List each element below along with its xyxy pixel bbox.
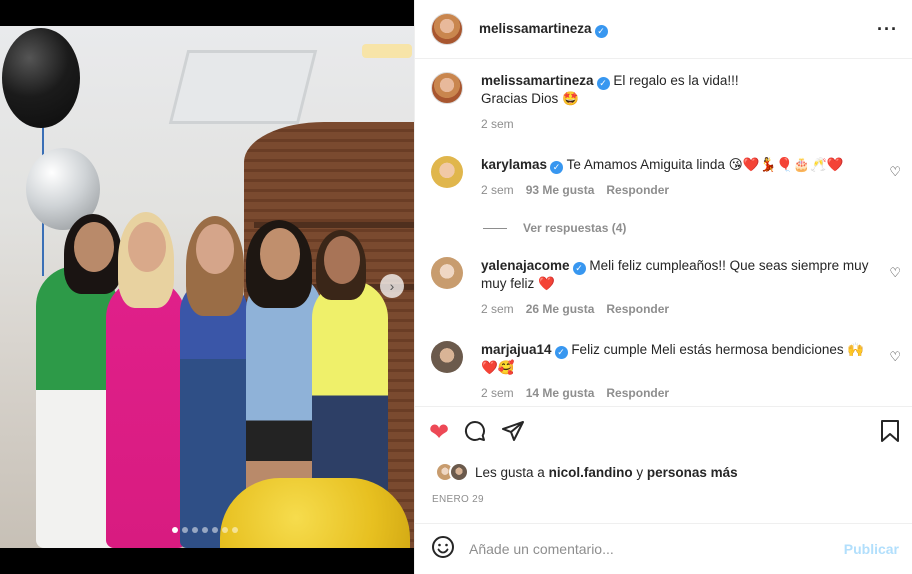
person-2	[106, 278, 186, 548]
likes-user[interactable]: nicol.fandino	[549, 465, 633, 480]
emoji-icon[interactable]	[431, 535, 455, 564]
avatar[interactable]	[431, 341, 463, 373]
comment-likes[interactable]: 26 Me gusta	[526, 302, 595, 316]
chevron-right-icon[interactable]: ›	[380, 274, 404, 298]
comment-input[interactable]	[469, 541, 809, 557]
carousel-dot	[172, 527, 178, 533]
likes-joiner: y	[636, 464, 644, 480]
heart-outline-icon[interactable]: ♡	[889, 265, 901, 281]
comment-body: karylamas ✓ Te Amamos Amiguita linda 😘❤️💃…	[481, 156, 881, 197]
post-side-panel: melissamartineza ✓ ··· melissamartineza ✓ …	[414, 0, 912, 574]
comment-username[interactable]: yalenajacome	[481, 258, 570, 273]
view-replies-label: Ver respuestas (4)	[523, 221, 627, 235]
verified-badge-icon: ✓	[594, 24, 608, 38]
caption: melissamartineza ✓ El regalo es la vida!!…	[431, 72, 901, 131]
bookmark-icon[interactable]	[879, 419, 901, 448]
post-media[interactable]: ›	[0, 0, 414, 574]
ceiling-light	[362, 44, 412, 58]
heart-outline-icon[interactable]: ♡	[889, 349, 901, 365]
comment-meta: 2 sem 93 Me gusta Responder	[481, 183, 881, 197]
comment-text-wrap: yalenajacome ✓ Meli feliz cumpleaños!! Qu…	[481, 257, 881, 293]
comment-meta: 2 sem 26 Me gusta Responder	[481, 302, 881, 316]
comment-time[interactable]: 2 sem	[481, 302, 514, 316]
replies-divider	[483, 227, 507, 229]
carousel-dot	[212, 527, 218, 533]
caption-line-2: Gracias Dios 🤩	[481, 91, 579, 106]
avatar[interactable]	[431, 72, 463, 104]
comment-text: Te Amamos Amiguita linda 😘❤️💃🎈🎂🥂❤️	[566, 157, 844, 172]
comment-body: yalenajacome ✓ Meli feliz cumpleaños!! Qu…	[481, 257, 881, 316]
comment-item: yalenajacome ✓ Meli feliz cumpleaños!! Qu…	[431, 257, 901, 316]
likes-others[interactable]: personas más	[647, 465, 738, 480]
post-comment-button[interactable]: Publicar	[844, 541, 899, 557]
comments-list: melissamartineza ✓ El regalo es la vida!!…	[415, 60, 912, 407]
comment-time[interactable]: 2 sem	[481, 183, 514, 197]
comment-body: marjajua14 ✓ Feliz cumple Meli estás herm…	[481, 341, 881, 400]
avatar[interactable]	[431, 156, 463, 188]
person-1-face	[74, 222, 114, 272]
comment-likes[interactable]: 14 Me gusta	[526, 386, 595, 400]
liker-avatars	[435, 462, 469, 482]
comment-item: marjajua14 ✓ Feliz cumple Meli estás herm…	[431, 341, 901, 400]
carousel-dot	[222, 527, 228, 533]
comment-likes[interactable]: 93 Me gusta	[526, 183, 595, 197]
post-header: melissamartineza ✓ ···	[415, 0, 912, 59]
verified-badge-icon: ✓	[550, 161, 564, 174]
carousel-dots	[172, 527, 238, 533]
avatar[interactable]	[431, 13, 463, 45]
author-name-wrap: melissamartineza ✓	[479, 21, 608, 38]
action-bar: ❤	[429, 418, 901, 448]
reply-button[interactable]: Responder	[606, 386, 669, 400]
reply-button[interactable]: Responder	[606, 302, 669, 316]
carousel-dot	[202, 527, 208, 533]
caption-username[interactable]: melissamartineza	[481, 73, 594, 88]
birthday-balloon-black	[2, 28, 80, 128]
caption-text: melissamartineza ✓ El regalo es la vida!!…	[481, 72, 881, 108]
caption-time[interactable]: 2 sem	[481, 117, 514, 131]
carousel-dot	[182, 527, 188, 533]
person-3-face	[196, 224, 234, 274]
carousel-dot	[192, 527, 198, 533]
yellow-chair	[220, 478, 410, 548]
verified-badge-icon: ✓	[572, 262, 586, 275]
comment-username[interactable]: karylamas	[481, 157, 547, 172]
more-horizontal-icon[interactable]: ···	[877, 19, 898, 40]
avatar[interactable]	[431, 257, 463, 289]
avatar	[449, 462, 469, 482]
comment-username[interactable]: marjajua14	[481, 342, 552, 357]
verified-badge-icon: ✓	[554, 346, 568, 359]
comment-icon[interactable]	[463, 419, 487, 448]
comment-time[interactable]: 2 sem	[481, 386, 514, 400]
comment-item: karylamas ✓ Te Amamos Amiguita linda 😘❤️💃…	[431, 156, 901, 197]
person-5-face	[324, 236, 360, 284]
reply-button[interactable]: Responder	[606, 183, 669, 197]
caption-body: melissamartineza ✓ El regalo es la vida!!…	[481, 72, 881, 131]
ceiling-vent	[168, 50, 318, 124]
post-photo	[0, 26, 414, 548]
comment-text-wrap: karylamas ✓ Te Amamos Amiguita linda 😘❤️💃…	[481, 156, 881, 174]
view-replies-button[interactable]: Ver respuestas (4)	[483, 221, 626, 235]
comment-meta: 2 sem 14 Me gusta Responder	[481, 386, 881, 400]
likes-prefix: Les gusta a	[475, 464, 545, 480]
share-icon[interactable]	[501, 419, 525, 448]
heart-outline-icon[interactable]: ♡	[889, 164, 901, 180]
verified-badge-icon: ✓	[596, 77, 610, 90]
person-2-face	[128, 222, 166, 272]
comment-text-wrap: marjajua14 ✓ Feliz cumple Meli estás herm…	[481, 341, 881, 377]
heart-filled-icon[interactable]: ❤	[429, 421, 449, 445]
post-date[interactable]: ENERO 29	[432, 494, 484, 505]
carousel-dot	[232, 527, 238, 533]
comment-composer: Publicar	[415, 523, 912, 574]
caption-line-1: El regalo es la vida!!!	[613, 73, 739, 88]
likes-summary: Les gusta a nicol.fandino y personas más	[435, 462, 738, 482]
caption-meta: 2 sem	[481, 117, 881, 131]
author-username[interactable]: melissamartineza	[479, 21, 592, 36]
person-4-face	[260, 228, 300, 280]
